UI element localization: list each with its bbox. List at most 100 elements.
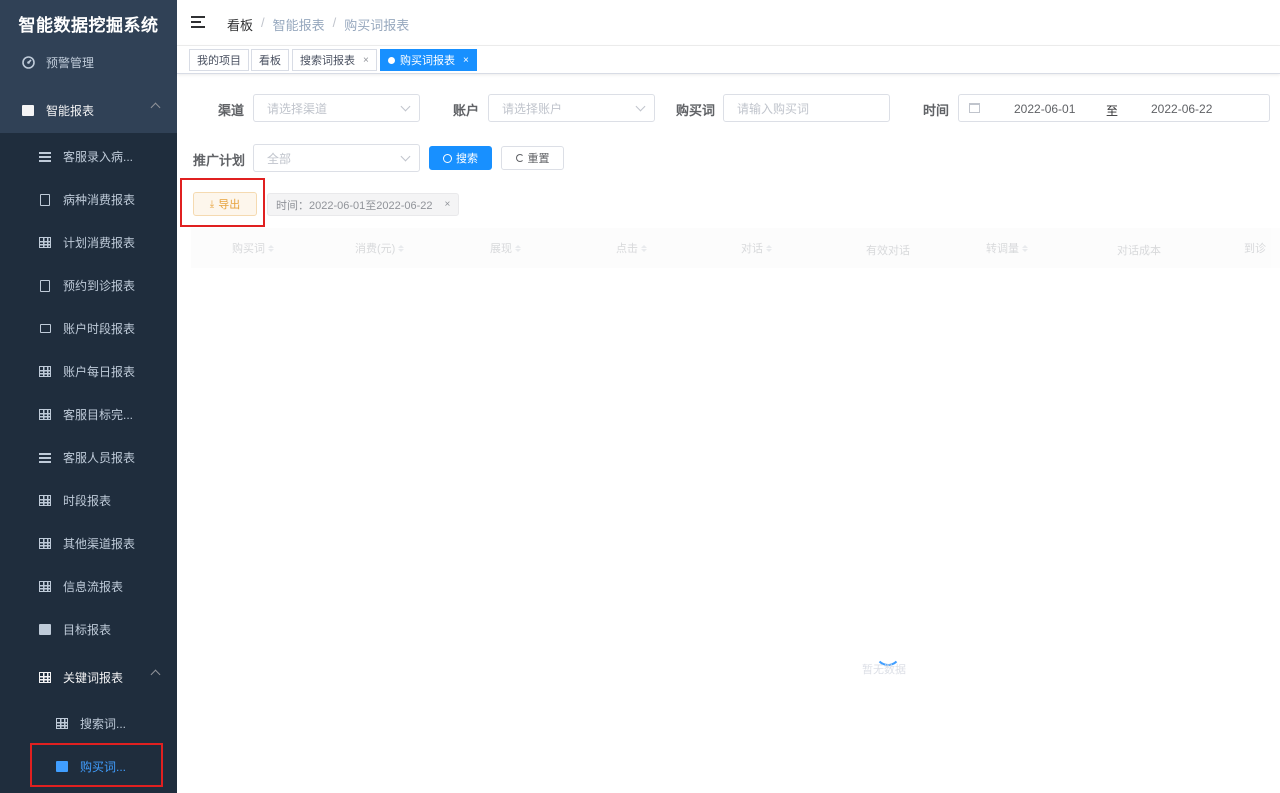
- sidebar-item-account-daily[interactable]: 账户每日报表: [0, 350, 177, 393]
- active-dot-icon: [388, 56, 395, 64]
- table-icon: [37, 408, 53, 422]
- chevron-down-icon: [400, 101, 411, 112]
- keyword-placeholder: 请输入购买词: [737, 101, 810, 116]
- close-icon[interactable]: ×: [363, 55, 369, 66]
- column-header-label: 对话成本: [1117, 245, 1161, 257]
- date-separator: 至: [1106, 104, 1119, 118]
- breadcrumb: 看板 / 智能报表 / 购买词报表: [227, 15, 409, 34]
- account-placeholder: 请选择账户: [502, 101, 563, 116]
- reset-button[interactable]: 重置: [501, 146, 564, 170]
- close-icon[interactable]: ×: [463, 55, 469, 66]
- search-button-label: 搜索: [456, 153, 478, 165]
- tab-label: 搜索词报表: [300, 55, 355, 67]
- column-header[interactable]: 到诊: [1244, 240, 1266, 256]
- breadcrumb-separator: /: [332, 15, 337, 30]
- document-icon: [37, 193, 53, 207]
- sidebar: 智能数据挖掘系统 预警管理 智能报表 客服录入病... 病种消费报表 计划消费报…: [0, 0, 177, 793]
- sidebar-item-label: 客服目标完...: [63, 408, 134, 422]
- search-button[interactable]: 搜索: [429, 146, 492, 170]
- sidebar-item-target[interactable]: 目标报表: [0, 608, 177, 651]
- table-icon: [37, 494, 53, 508]
- tab-label: 看板: [259, 55, 281, 67]
- sidebar-item-search-term[interactable]: 搜索词...: [0, 702, 177, 745]
- sidebar-item-label: 预约到诊报表: [63, 279, 136, 293]
- sidebar-item-label: 病种消费报表: [63, 193, 136, 207]
- keyword-label: 购买词: [676, 103, 716, 118]
- date-range-picker[interactable]: 2022-06-01 至 2022-06-22: [958, 94, 1270, 122]
- table-icon: [37, 537, 53, 551]
- highlight-box: [180, 178, 265, 227]
- date-start[interactable]: 2022-06-01: [1014, 102, 1075, 116]
- column-header[interactable]: 转调量: [986, 240, 1028, 256]
- refresh-icon: [515, 154, 524, 162]
- plan-value: 全部: [267, 151, 292, 166]
- sidebar-item-label: 其他渠道报表: [63, 537, 136, 551]
- column-header-label: 到诊: [1244, 243, 1266, 255]
- tab-label: 购买词报表: [400, 55, 455, 67]
- tab-my-projects[interactable]: 我的项目: [189, 49, 249, 71]
- sidebar-item-cs-target[interactable]: 客服目标完...: [0, 393, 177, 436]
- table-header: 购买词 消费(元) 展现 点击 对话 有效对话 转调量 对话成本 到诊: [191, 228, 1280, 268]
- column-header-label: 购买词: [232, 243, 265, 255]
- sort-icon[interactable]: [268, 244, 274, 252]
- time-filter-tag-text: 时间：2022-06-01至2022-06-22: [276, 199, 433, 212]
- sidebar-item-label: 搜索词...: [80, 717, 127, 731]
- column-header[interactable]: 展现: [490, 240, 521, 256]
- close-icon[interactable]: ×: [445, 199, 451, 210]
- plan-select[interactable]: 全部: [253, 144, 420, 172]
- report-icon: [20, 104, 36, 118]
- tags-view: 我的项目 看板 搜索词报表 × 购买词报表 ×: [177, 46, 1280, 74]
- sidebar-item-info-flow[interactable]: 信息流报表: [0, 565, 177, 608]
- breadcrumb-current: 购买词报表: [344, 18, 410, 33]
- sort-icon[interactable]: [398, 244, 405, 252]
- column-header[interactable]: 消费(元): [355, 240, 405, 256]
- tab-purchase-term-report[interactable]: 购买词报表 ×: [380, 49, 477, 71]
- channel-label: 渠道: [218, 103, 245, 118]
- menu-toggle-icon[interactable]: [191, 16, 205, 28]
- tab-dashboard[interactable]: 看板: [251, 49, 289, 71]
- column-header[interactable]: 对话: [741, 240, 772, 256]
- calendar-icon: [969, 103, 980, 113]
- account-select[interactable]: 请选择账户: [488, 94, 655, 122]
- tab-search-term-report[interactable]: 搜索词报表 ×: [292, 49, 377, 71]
- chevron-down-icon: [400, 151, 411, 162]
- sidebar-item-disease-cost[interactable]: 病种消费报表: [0, 178, 177, 221]
- chevron-up-icon: [150, 669, 161, 680]
- sidebar-item-other-channel[interactable]: 其他渠道报表: [0, 522, 177, 565]
- chevron-up-icon: [150, 102, 161, 113]
- column-header-label: 消费(元): [355, 243, 396, 255]
- column-header[interactable]: 购买词: [232, 240, 274, 256]
- channel-placeholder: 请选择渠道: [267, 101, 328, 116]
- sidebar-item-cs-entry[interactable]: 客服录入病...: [0, 135, 177, 178]
- breadcrumb-separator: /: [261, 15, 265, 30]
- sidebar-item-smart-reports[interactable]: 智能报表: [0, 89, 177, 132]
- column-header-label: 展现: [490, 243, 512, 255]
- tab-label: 我的项目: [197, 55, 241, 67]
- sort-icon[interactable]: [641, 244, 647, 252]
- sidebar-item-label: 时段报表: [63, 494, 112, 508]
- keyword-input[interactable]: 请输入购买词: [723, 94, 890, 122]
- channel-select[interactable]: 请选择渠道: [253, 94, 420, 122]
- column-header-label: 有效对话: [866, 245, 910, 257]
- sidebar-item-appointment[interactable]: 预约到诊报表: [0, 264, 177, 307]
- sidebar-item-label: 账户每日报表: [63, 365, 136, 379]
- column-header[interactable]: 点击: [616, 240, 647, 256]
- column-header-label: 转调量: [986, 243, 1019, 255]
- table-icon: [37, 580, 53, 594]
- sidebar-item-keyword-report[interactable]: 关键词报表: [0, 656, 177, 699]
- chevron-down-icon: [635, 101, 646, 112]
- sidebar-item-label: 目标报表: [63, 623, 112, 637]
- sidebar-item-plan-cost[interactable]: 计划消费报表: [0, 221, 177, 264]
- table-icon: [37, 236, 53, 250]
- plan-label: 推广计划: [193, 153, 246, 168]
- sidebar-item-period[interactable]: 时段报表: [0, 479, 177, 522]
- sidebar-item-account-period[interactable]: 账户时段报表: [0, 307, 177, 350]
- date-end[interactable]: 2022-06-22: [1151, 102, 1212, 116]
- sort-icon[interactable]: [1022, 244, 1028, 252]
- breadcrumb-dashboard[interactable]: 看板: [227, 15, 253, 34]
- sort-icon[interactable]: [766, 244, 772, 252]
- sort-icon[interactable]: [515, 244, 521, 252]
- sidebar-item-cs-staff[interactable]: 客服人员报表: [0, 436, 177, 479]
- sidebar-item-label: 信息流报表: [63, 580, 124, 594]
- sidebar-item-alert-management[interactable]: 预警管理: [0, 41, 177, 84]
